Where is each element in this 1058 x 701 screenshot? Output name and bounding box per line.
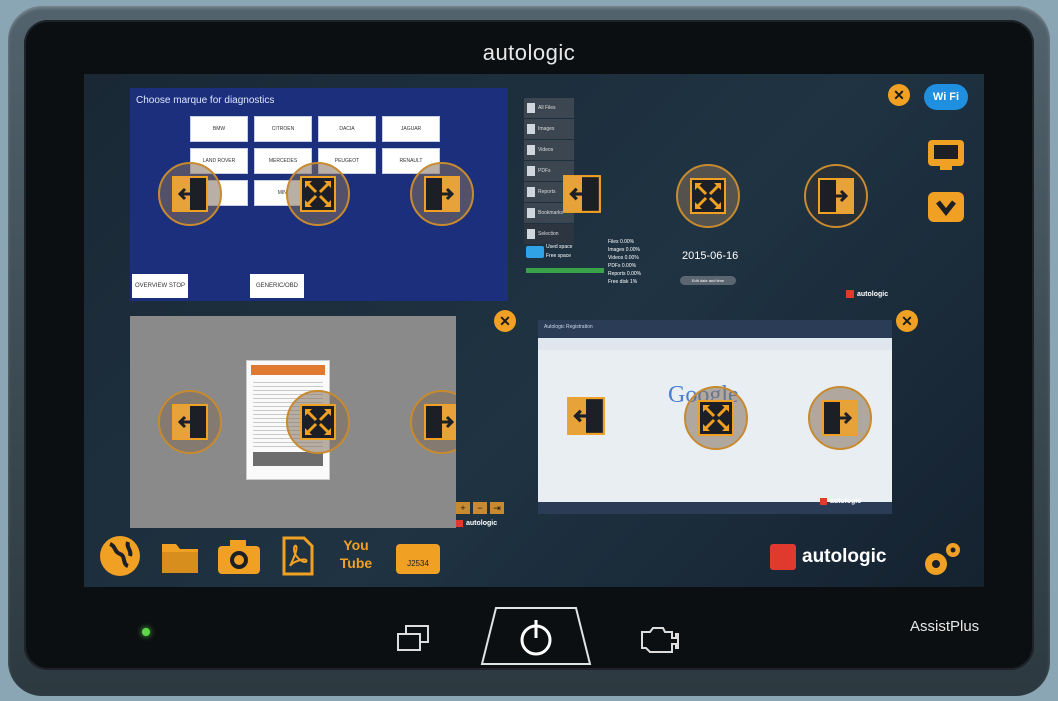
maximize-button[interactable]	[286, 390, 350, 454]
arrow-left-icon[interactable]	[562, 174, 602, 214]
pdf-icon[interactable]	[282, 534, 314, 578]
arrow-left-icon	[172, 176, 208, 212]
arrow-left-icon	[172, 404, 208, 440]
move-right-button[interactable]	[808, 386, 872, 450]
marque-button[interactable]: BMW	[190, 116, 248, 142]
autologic-logo-icon	[820, 498, 827, 505]
autologic-logo-small: autologic	[456, 520, 497, 527]
move-left-button[interactable]	[158, 390, 222, 454]
list-item[interactable]: Selection	[524, 224, 574, 244]
maximize-button[interactable]	[676, 164, 740, 228]
device-brand: autologic	[482, 40, 576, 65]
logo-text: autologic	[830, 498, 862, 505]
file-manager-window[interactable]: All Files Images Videos PDFs Reports Boo…	[524, 98, 908, 308]
browser-window[interactable]: Autologic Registration Google	[538, 320, 892, 514]
camera-icon[interactable]	[216, 534, 262, 578]
diagnostics-title: Choose marque for diagnostics	[136, 95, 275, 106]
file-category-list: All Files Images Videos PDFs Reports Boo…	[524, 98, 574, 245]
autologic-logo: autologic	[770, 544, 886, 570]
document-zoom-controls: + − ⇥	[456, 502, 504, 514]
power-led	[142, 628, 150, 636]
file-stats: Files 0.00% Images 0.00% Videos 0.00% PD…	[608, 238, 641, 286]
folder-icon[interactable]	[160, 534, 200, 578]
zoom-in-icon[interactable]: +	[456, 502, 470, 514]
list-item[interactable]: All Files	[524, 98, 574, 118]
globe-icon[interactable]	[98, 534, 142, 578]
model-label: AssistPlus	[910, 618, 980, 635]
maximize-icon	[300, 176, 336, 212]
move-right-button[interactable]	[410, 162, 474, 226]
list-item[interactable]: Videos	[524, 140, 574, 160]
autologic-logo-icon	[770, 544, 796, 570]
maximize-button[interactable]	[684, 386, 748, 450]
logo-text: autologic	[466, 520, 498, 527]
used-space-label: Used space	[546, 244, 573, 250]
marque-button[interactable]: JAGUAR	[382, 116, 440, 142]
generic-obd-button[interactable]: GENERIC/OBD ACTIVE	[250, 274, 304, 298]
document-header	[251, 365, 325, 375]
close-button[interactable]: ✕	[494, 310, 516, 332]
gear-icon[interactable]	[920, 540, 964, 580]
arrow-right-icon	[822, 400, 858, 436]
stat-row: PDFs 0.00%	[608, 263, 637, 269]
logo-text: autologic	[857, 290, 889, 298]
stat-row: Files 0.00%	[608, 239, 635, 245]
stat-row: Videos 0.00%	[608, 255, 639, 261]
overview-stop-button[interactable]: OVERVIEW STOP	[132, 274, 188, 298]
current-date: 2015-06-16	[682, 250, 739, 262]
document-viewer-window[interactable]	[130, 316, 456, 528]
marque-button[interactable]: CITROEN	[254, 116, 312, 142]
download-icon[interactable]	[926, 190, 966, 224]
youtube-icon[interactable]: You Tube	[336, 536, 376, 572]
edit-date-button[interactable]: Edit date and time	[680, 276, 736, 285]
touch-screen: Choose marque for diagnostics BMW CITROE…	[84, 74, 984, 587]
autologic-logo-small: autologic	[820, 498, 861, 505]
disk-icon	[526, 246, 544, 258]
marque-button[interactable]: DACIA	[318, 116, 376, 142]
maximize-button[interactable]	[286, 162, 350, 226]
maximize-icon	[690, 178, 726, 214]
arrow-right-icon	[424, 176, 460, 212]
autologic-logo-icon	[456, 520, 463, 527]
browser-tab-title[interactable]: Autologic Registration	[544, 324, 593, 330]
wifi-icon[interactable]: Wi Fi	[924, 84, 968, 110]
arrow-left-icon[interactable]	[566, 396, 606, 436]
free-space-label: Free space	[546, 253, 572, 259]
document-table	[253, 452, 323, 466]
move-left-button[interactable]	[158, 162, 222, 226]
autologic-logo-text: autologic	[802, 546, 887, 567]
maximize-icon	[698, 400, 734, 436]
move-right-button[interactable]	[804, 164, 868, 228]
list-item[interactable]: Images	[524, 119, 574, 139]
arrow-right-icon	[818, 178, 854, 214]
disk-usage-bar	[526, 268, 604, 273]
arrow-right-icon	[424, 404, 456, 440]
engine-icon[interactable]	[636, 622, 680, 654]
j2534-icon[interactable]: J2534	[396, 544, 440, 574]
maximize-icon	[300, 404, 336, 440]
autologic-logo-icon	[846, 290, 854, 298]
autologic-logo-small: autologic	[846, 290, 888, 298]
stat-row: Reports 0.00%	[608, 271, 642, 277]
close-button[interactable]: ✕	[896, 310, 918, 332]
stat-row: Images 0.00%	[608, 247, 640, 253]
fit-page-icon[interactable]: ⇥	[490, 502, 504, 514]
zoom-out-icon[interactable]: −	[473, 502, 487, 514]
browser-titlebar: Autologic Registration	[538, 320, 892, 338]
windows-switch-icon[interactable]	[394, 622, 432, 654]
close-button[interactable]: ✕	[888, 84, 910, 106]
screen-icon[interactable]	[926, 138, 966, 172]
power-button[interactable]	[480, 604, 592, 666]
diagnostics-window[interactable]: Choose marque for diagnostics BMW CITROE…	[130, 88, 508, 301]
browser-toolbar	[538, 338, 892, 350]
stat-row: Free disk 1%	[608, 279, 638, 285]
move-right-button[interactable]	[410, 390, 456, 454]
